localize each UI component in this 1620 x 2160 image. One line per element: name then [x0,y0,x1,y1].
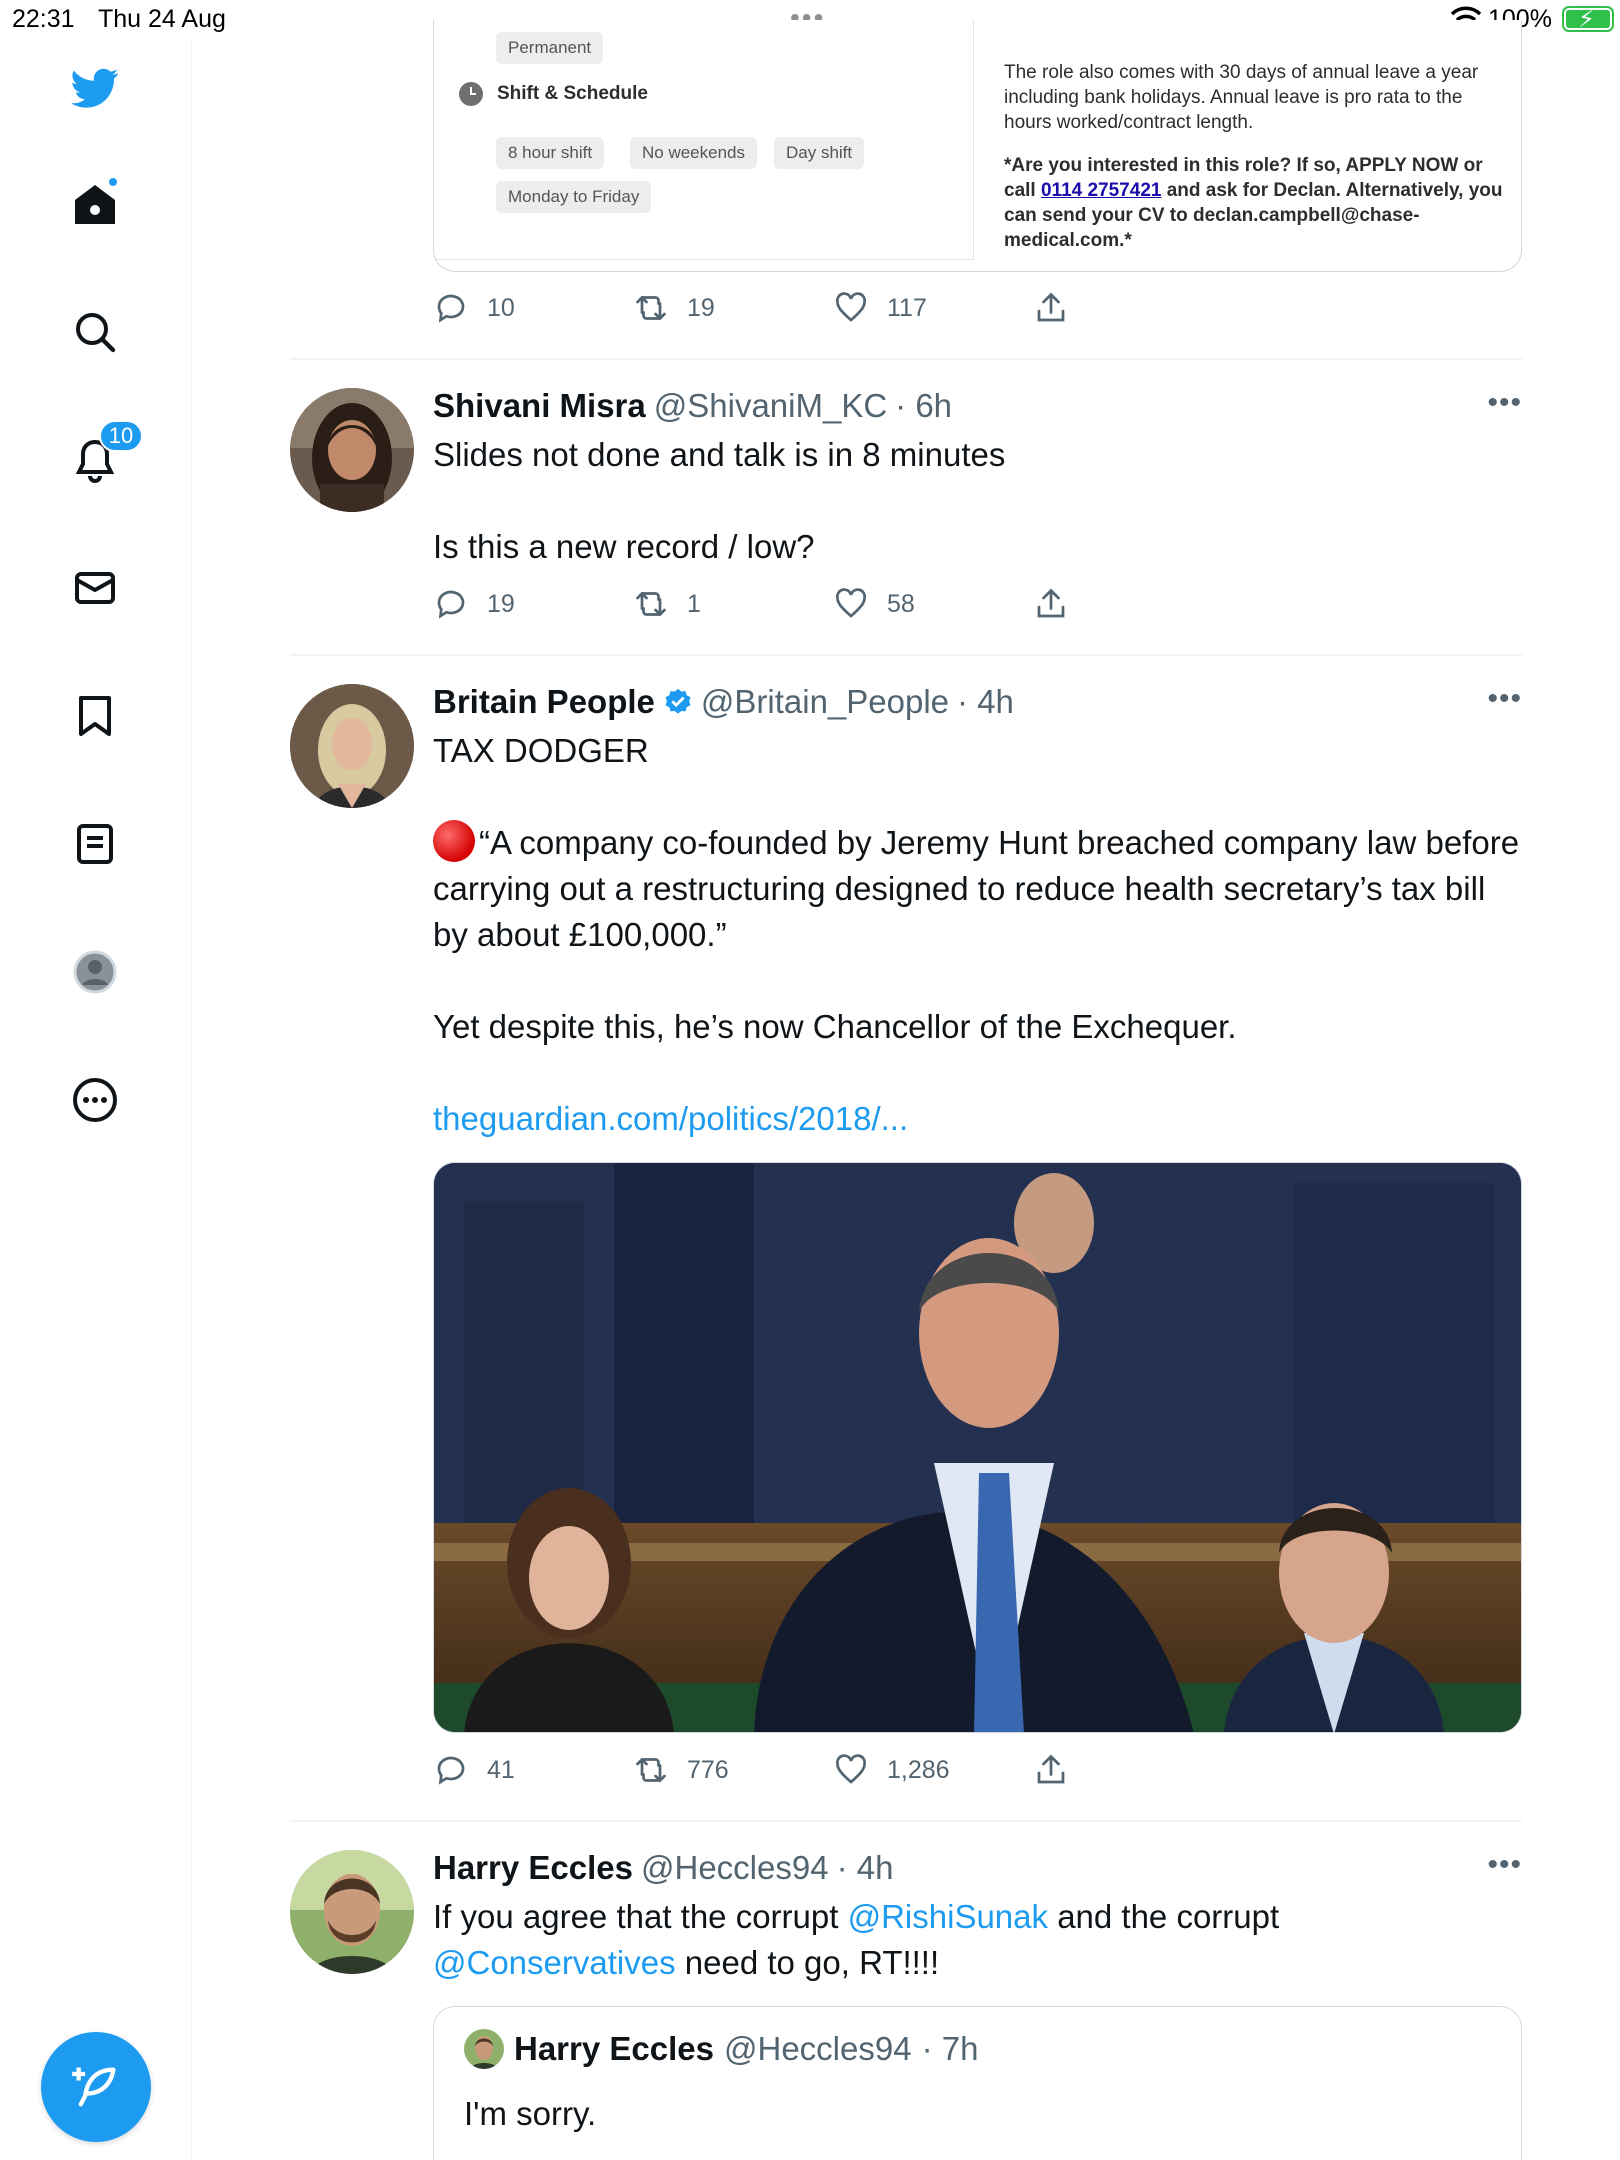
more-options-icon[interactable]: ••• [1487,1848,1522,1882]
more-icon[interactable] [67,1072,123,1128]
search-icon[interactable] [67,304,123,360]
reply-button[interactable]: 10 [433,290,633,326]
tweet-time[interactable]: · 6h [895,386,952,426]
job-phone-link[interactable]: 0114 2757421 [1041,180,1161,201]
shift-schedule-heading: Shift & Schedule [459,82,648,106]
chip-no-weekends: No weekends [630,137,758,169]
reply-icon [437,590,465,619]
chip-day-shift: Day shift [774,137,865,169]
tweet-text: TAX DODGER “A company co-founded by Jere… [433,732,1520,1137]
tweet-time[interactable]: · 4h [957,682,1014,722]
red-circle-emoji-icon [433,820,475,862]
home-icon[interactable] [67,176,123,232]
quoted-author-handle: @Heccles94 [723,2030,912,2067]
notifications-badge: 10 [99,420,143,452]
mention-conservatives[interactable]: @Conservatives [433,1944,676,1981]
retweet-icon [636,591,666,617]
tweet-actions: 19 1 58 [433,586,1233,622]
status-date: Thu 24 Aug [98,5,226,33]
chip-monday-to-friday: Monday to Friday [496,181,652,213]
retweet-icon [636,1757,666,1783]
bookmark-icon[interactable] [67,688,123,744]
tweet-divider [290,654,1522,656]
verified-badge-icon [665,688,691,714]
like-button[interactable]: 117 [833,290,1033,326]
share-icon [1037,588,1065,618]
home-unread-dot [107,176,119,188]
avatar[interactable] [290,388,414,512]
reply-button[interactable]: 19 [433,586,633,622]
job-details-panel: Permanent Shift & Schedule 8 hour shift … [434,20,974,260]
retweet-icon [636,295,666,321]
heart-icon [836,1754,866,1784]
author-handle[interactable]: @Britain_People [701,682,949,722]
more-options-icon[interactable]: ••• [1487,682,1522,716]
chip-8-hour-shift: 8 hour shift [496,137,605,169]
heart-icon [836,292,866,322]
heart-icon [836,588,866,618]
author-handle[interactable]: @ShivaniM_KC [654,386,887,426]
avatar[interactable] [290,1850,414,1974]
quoted-tweet-card[interactable]: Harry Eccles @Heccles94 · 7h I'm sorry. [433,2006,1522,2160]
tweet-text: Slides not done and talk is in 8 minutes… [433,436,1006,565]
tweet-header: Shivani Misra @ShivaniM_KC · 6h [433,386,1522,426]
like-button[interactable]: 58 [833,586,1033,622]
author-name[interactable]: Harry Eccles [433,1848,633,1888]
author-name[interactable]: Shivani Misra [433,386,646,426]
author-handle[interactable]: @Heccles94 [641,1848,829,1888]
like-button[interactable]: 1,286 [833,1752,1033,1788]
retweet-button[interactable]: 19 [633,290,833,326]
compose-tweet-button[interactable] [41,2032,151,2142]
job-description: The role also comes with 30 days of annu… [1004,60,1504,271]
article-link[interactable]: theguardian.com/politics/2018/... [433,1100,908,1137]
tweet-image[interactable] [433,1162,1522,1733]
chip-permanent: Permanent [496,32,604,64]
share-icon [1037,292,1065,322]
bell-icon[interactable]: 10 [67,420,143,488]
tweet-time[interactable]: · 4h [837,1848,894,1888]
quoted-author-name: Harry Eccles [514,2030,714,2067]
quoted-tweet-time: · 7h [921,2030,979,2067]
mail-icon[interactable] [67,560,123,616]
tweet-actions: 41 776 1,286 [433,1752,1233,1788]
job-apply-text: *Are you interested in this role? If so,… [1004,155,1503,251]
tweet-text: If you agree that the corrupt @RishiSuna… [433,1898,1280,1981]
quoted-avatar [464,2029,504,2069]
more-options-icon[interactable]: ••• [1487,386,1522,420]
status-time: 22:31 [12,5,75,33]
retweet-button[interactable]: 776 [633,1752,833,1788]
reply-button[interactable]: 41 [433,1752,633,1788]
share-button[interactable] [1033,586,1233,622]
profile-icon[interactable] [67,944,123,1000]
share-button[interactable] [1033,290,1233,326]
mention-rishisunak[interactable]: @RishiSunak [848,1898,1048,1935]
lists-icon[interactable] [67,816,123,872]
job-leave-text: The role also comes with 30 days of annu… [1004,62,1479,133]
share-icon [1037,1754,1065,1784]
avatar[interactable] [290,684,414,808]
reply-icon [437,294,465,323]
quoted-tweet-text: I'm sorry. [464,2095,597,2132]
share-button[interactable] [1033,1752,1233,1788]
job-listing-card[interactable]: Permanent Shift & Schedule 8 hour shift … [433,20,1522,272]
sidebar: 10 [0,40,192,2160]
twitter-bird-logo[interactable] [67,60,123,116]
reply-icon [437,1756,465,1785]
compose-feather-icon [72,2067,116,2107]
tweet-actions: 10 19 117 [433,290,1233,326]
clock-icon [459,82,483,106]
tweet-header: Harry Eccles @Heccles94 · 4h [433,1848,1522,1888]
tweet-header: Britain People @Britain_People · 4h [433,682,1522,722]
quoted-tweet-header: Harry Eccles @Heccles94 · 7h [464,2029,978,2069]
tweet-divider [290,1820,1522,1822]
author-name[interactable]: Britain People [433,682,655,722]
tweet-divider [290,358,1522,360]
retweet-button[interactable]: 1 [633,586,833,622]
battery-charging-icon: ⚡ [1562,6,1614,33]
